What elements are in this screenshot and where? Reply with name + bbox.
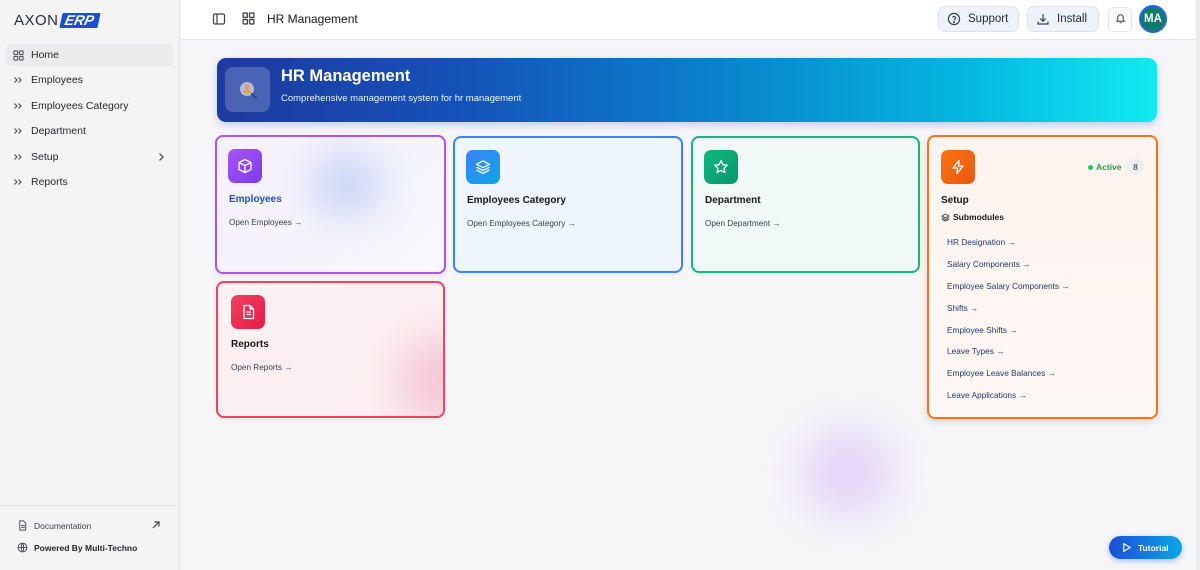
submodule-link-employee-shifts[interactable]: Employee Shifts → — [947, 325, 1070, 347]
page-scrollbar[interactable] — [1196, 0, 1200, 570]
department-card[interactable]: Department Open Department → — [691, 136, 920, 273]
card-title: Employees — [229, 194, 282, 205]
tutorial-button[interactable]: Tutorial — [1109, 536, 1182, 559]
layers-icon — [941, 213, 950, 222]
banner-subtitle: Comprehensive management system for hr m… — [281, 93, 522, 104]
employees-category-card[interactable]: Employees Category Open Employees Catego… — [453, 136, 683, 273]
background-glow — [800, 428, 895, 518]
sidebar-item-employees[interactable]: Employees — [6, 69, 174, 91]
setup-card[interactable]: Active 8 Setup Submodules HR Designation… — [927, 135, 1158, 419]
globe-icon — [17, 542, 28, 553]
sidebar-item-label: Employees Category — [31, 99, 129, 112]
submodule-link-employee-salary-components[interactable]: Employee Salary Components → — [947, 281, 1070, 303]
star-icon — [704, 150, 738, 184]
document-icon — [17, 520, 28, 531]
top-header: HR Management Support Install MA — [181, 0, 1196, 40]
status-dot — [1088, 164, 1093, 170]
grid-icon — [12, 49, 24, 61]
sidebar-toggle-icon[interactable] — [212, 12, 226, 26]
sidebar-nav: Home Employees Employees Category Depart… — [6, 44, 174, 196]
documentation-label: Documentation — [34, 520, 92, 531]
logo-erp-text: ERP — [58, 12, 100, 28]
open-reports-link[interactable]: Open Reports → — [231, 363, 292, 372]
module-banner: HR Management Comprehensive management s… — [217, 58, 1157, 122]
submodules-heading: Submodules — [941, 212, 1004, 222]
card-title: Setup — [941, 195, 969, 206]
hr-user-search-icon — [225, 67, 270, 112]
layers-icon — [466, 150, 500, 184]
submodule-link-salary-components[interactable]: Salary Components → — [947, 259, 1070, 281]
chevrons-right-icon — [12, 74, 24, 86]
card-title: Department — [705, 195, 761, 206]
download-icon — [1036, 12, 1050, 26]
cube-icon — [228, 149, 262, 183]
powered-by: Powered By Multi-Techno — [17, 542, 137, 553]
card-glow — [398, 338, 443, 416]
chevrons-right-icon — [12, 176, 24, 188]
external-link-icon — [151, 520, 161, 530]
submodule-count-badge: 8 — [1127, 158, 1144, 175]
submodule-link-employee-leave-balances[interactable]: Employee Leave Balances → — [947, 368, 1070, 390]
status-badge: Active — [1088, 162, 1122, 172]
page-title: HR Management — [267, 12, 358, 26]
card-title: Reports — [231, 339, 269, 350]
bell-icon — [1115, 11, 1126, 29]
support-button[interactable]: Support — [938, 6, 1020, 32]
sidebar-item-label: Home — [31, 49, 60, 61]
install-label: Install — [1057, 13, 1088, 25]
submodule-link-leave-types[interactable]: Leave Types → — [947, 346, 1070, 368]
submodule-link-hr-designation[interactable]: HR Designation → — [947, 237, 1070, 259]
document-icon — [231, 295, 265, 329]
sidebar-item-label: Employees — [31, 74, 83, 87]
tutorial-label: Tutorial — [1138, 542, 1169, 553]
banner-title: HR Management — [281, 67, 411, 85]
chevrons-right-icon — [12, 125, 24, 137]
submodule-link-shifts[interactable]: Shifts → — [947, 303, 1070, 325]
lightning-icon — [941, 150, 975, 184]
chevrons-right-icon — [12, 100, 24, 112]
sidebar-footer: Documentation Powered By Multi-Techno — [0, 505, 180, 570]
submodule-link-leave-applications[interactable]: Leave Applications → — [947, 390, 1070, 412]
help-circle-icon — [947, 12, 961, 26]
card-title: Employees Category — [467, 195, 566, 206]
install-button[interactable]: Install — [1027, 6, 1100, 32]
support-label: Support — [968, 13, 1009, 25]
employees-card[interactable]: Employees Open Employees → — [215, 135, 446, 274]
notifications-button[interactable] — [1108, 7, 1132, 32]
reports-card[interactable]: Reports Open Reports → — [216, 281, 445, 418]
sidebar-item-setup[interactable]: Setup — [6, 146, 174, 168]
status-label: Active — [1096, 162, 1122, 172]
axon-erp-logo[interactable]: AXON ERP — [14, 11, 100, 29]
powered-by-label: Powered By Multi-Techno — [34, 542, 138, 553]
sidebar-item-home[interactable]: Home — [6, 44, 174, 66]
user-avatar[interactable]: MA — [1139, 5, 1167, 33]
open-employees-link[interactable]: Open Employees → — [229, 218, 302, 227]
sidebar-item-label: Department — [31, 125, 86, 138]
sidebar-item-employees-category[interactable]: Employees Category — [6, 95, 174, 117]
documentation-link[interactable]: Documentation — [17, 520, 163, 531]
sidebar-item-label: Setup — [31, 150, 59, 163]
apps-grid-icon[interactable] — [242, 12, 256, 26]
submodules-label: Submodules — [953, 212, 1005, 222]
logo-axon-text: AXON — [14, 11, 59, 29]
sidebar-item-department[interactable]: Department — [6, 120, 174, 142]
open-employees-category-link[interactable]: Open Employees Category → — [467, 219, 576, 228]
chevrons-right-icon — [12, 151, 24, 163]
chevron-right-icon[interactable] — [156, 151, 166, 163]
sidebar-item-reports[interactable]: Reports — [6, 171, 174, 193]
sidebar-item-label: Reports — [31, 175, 68, 188]
card-glow — [312, 155, 382, 215]
submodule-list: HR Designation → Salary Components → Emp… — [947, 237, 1070, 412]
sidebar: AXON ERP Home Employees Employees Catego… — [0, 0, 180, 570]
play-icon — [1121, 542, 1132, 553]
open-department-link[interactable]: Open Department → — [705, 219, 781, 228]
